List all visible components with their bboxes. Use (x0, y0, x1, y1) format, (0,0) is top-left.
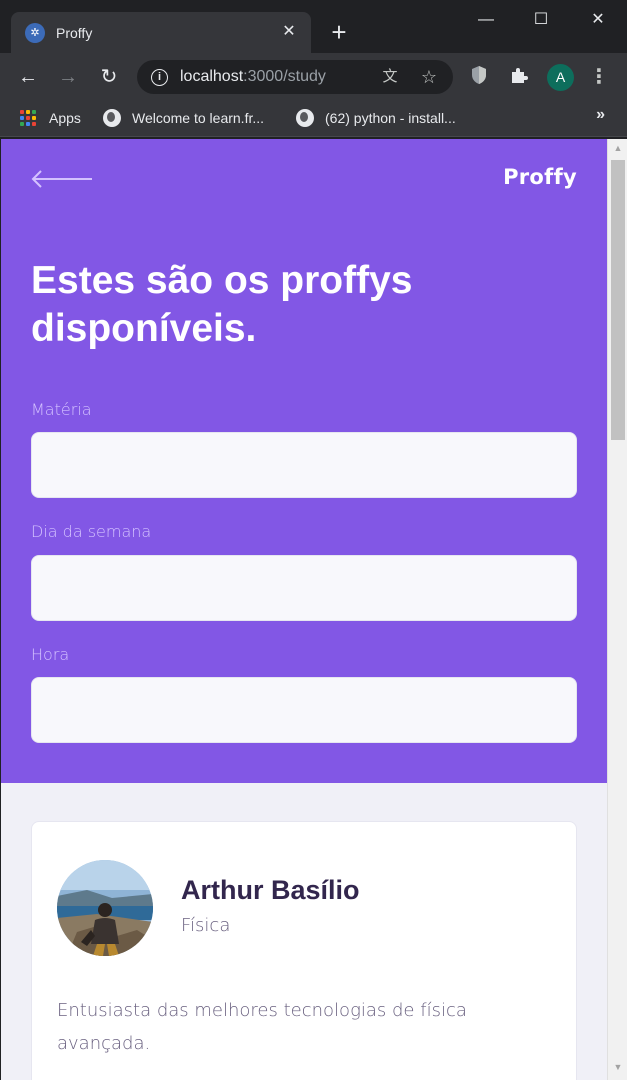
forward-button[interactable]: → (54, 63, 82, 91)
tab-title: Proffy (56, 24, 93, 41)
scroll-up-arrow-icon[interactable]: ▲ (608, 143, 627, 157)
teacher-card: Arthur Basílio Física Entusiasta das mel… (31, 821, 577, 1080)
new-tab-button[interactable]: + (326, 19, 352, 45)
bookmark-label: Apps (49, 110, 81, 126)
bookmark-label: (62) python - install... (325, 110, 456, 126)
apps-grid-icon (20, 109, 37, 127)
bookmark-apps[interactable]: Apps (20, 108, 81, 128)
extensions-puzzle-icon[interactable] (507, 65, 531, 89)
back-arrow-icon[interactable] (31, 169, 93, 189)
time-label: Hora (31, 645, 70, 664)
browser-tab[interactable]: ✲ Proffy ✕ (11, 12, 311, 53)
minimize-button[interactable]: — (466, 6, 506, 34)
url-host: localhost (180, 68, 244, 85)
back-button[interactable]: ← (14, 63, 42, 91)
bookmark-star-icon[interactable]: ☆ (419, 67, 439, 87)
subject-input[interactable] (31, 432, 577, 498)
close-window-button[interactable]: ✕ (578, 6, 618, 34)
teacher-subject: Física (181, 915, 231, 936)
browser-titlebar: ✲ Proffy ✕ + — ☐ ✕ (0, 0, 627, 53)
globe-icon (103, 109, 121, 127)
translate-icon[interactable]: 文 (380, 67, 400, 87)
tab-close-icon[interactable]: ✕ (279, 22, 299, 42)
teacher-bio: Entusiasta das melhores tecnologias de f… (57, 1000, 467, 1054)
bookmark-learn[interactable]: Welcome to learn.fr... (103, 108, 264, 128)
page-header: Proffy Estes são os proffys disponíveis.… (1, 139, 607, 783)
site-favicon-icon: ✲ (25, 22, 45, 43)
profile-avatar[interactable]: A (547, 64, 574, 91)
bookmarks-overflow-button[interactable]: » (596, 106, 605, 124)
globe-icon (296, 109, 314, 127)
page-title: Estes são os proffys disponíveis. (31, 259, 413, 350)
bookmark-label: Welcome to learn.fr... (132, 110, 265, 126)
address-bar[interactable]: i localhost:3000/study 文 ☆ (137, 60, 453, 94)
weekday-label: Dia da semana (31, 522, 152, 541)
url-text[interactable]: localhost:3000/study (180, 68, 326, 86)
subject-label: Matéria (31, 400, 92, 419)
page-viewport: Proffy Estes são os proffys disponíveis.… (1, 139, 607, 1080)
page-scrollbar[interactable]: ▲ ▼ (607, 139, 627, 1080)
bookmark-python[interactable]: (62) python - install... (296, 108, 456, 128)
maximize-button[interactable]: ☐ (521, 6, 561, 34)
weekday-input[interactable] (31, 555, 577, 621)
time-input[interactable] (31, 677, 577, 743)
bookmarks-bar: Apps Welcome to learn.fr... (62) python … (0, 100, 627, 137)
proffy-logo: Proffy (503, 165, 577, 189)
browser-menu-icon[interactable]: ⋮ (587, 65, 611, 89)
url-path: :3000/study (243, 68, 326, 85)
shield-extension-icon[interactable] (467, 65, 491, 89)
site-info-icon[interactable]: i (151, 68, 168, 86)
browser-toolbar: ← → ↻ i localhost:3000/study 文 ☆ ⋮ (0, 53, 627, 100)
reload-button[interactable]: ↻ (95, 63, 123, 91)
scrollbar-thumb[interactable] (611, 160, 625, 440)
teacher-avatar (57, 860, 153, 956)
scroll-down-arrow-icon[interactable]: ▼ (608, 1062, 627, 1076)
teacher-name: Arthur Basílio (181, 875, 360, 905)
